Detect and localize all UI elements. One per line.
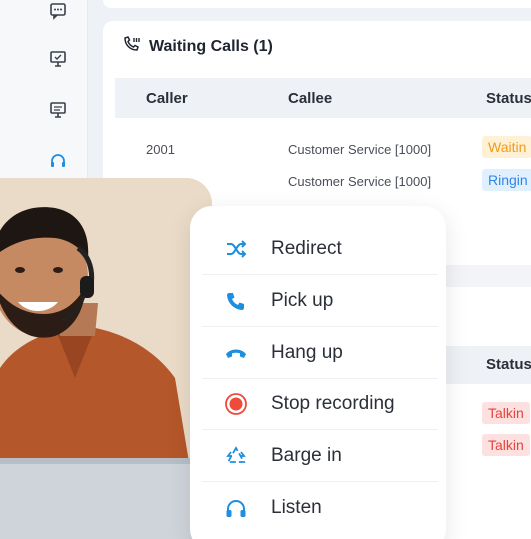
column-header-callee[interactable]: Callee	[288, 90, 332, 107]
agent-photo	[0, 178, 212, 468]
headphones-icon	[224, 496, 248, 520]
row-2-callee: Customer Service [1000]	[288, 174, 432, 189]
table-header: Caller Callee Status	[115, 78, 531, 118]
panel-title-text: Waiting Calls (1)	[149, 37, 273, 55]
panel-top-strip	[103, 0, 531, 8]
menu-item-label: Pick up	[271, 289, 334, 311]
menu-item-pick-up[interactable]: Pick up	[202, 275, 438, 327]
menu-item-label: Barge in	[271, 444, 342, 466]
menu-item-label: Listen	[271, 497, 322, 518]
status-badge-waiting: Waitin	[482, 136, 531, 158]
menu-item-redirect[interactable]: Redirect	[202, 223, 438, 275]
menu-item-stop-recording[interactable]: Stop recording	[202, 378, 438, 430]
menu-item-label: Redirect	[271, 237, 342, 259]
menu-item-label: Hang up	[271, 341, 343, 363]
menu-item-listen[interactable]: Listen	[202, 482, 438, 534]
menu-item-barge-in[interactable]: Barge in	[202, 430, 438, 482]
chat-icon[interactable]	[47, 0, 69, 22]
menu-item-label: Stop recording	[271, 392, 395, 414]
status-badge-talking: Talkin	[482, 402, 530, 424]
laptop-edge	[0, 458, 200, 464]
column-header-caller[interactable]: Caller	[146, 90, 188, 107]
column-header-status[interactable]: Status	[486, 90, 531, 107]
monitor-icon[interactable]	[47, 99, 69, 121]
row-1-callee: Customer Service [1000]	[288, 142, 432, 157]
hang-up-icon	[224, 341, 248, 365]
headset-icon[interactable]	[47, 150, 69, 172]
panel-title: Waiting Calls (1)	[123, 36, 273, 57]
menu-item-hang-up[interactable]: Hang up	[202, 327, 438, 379]
call-action-menu: Redirect Pick up Hang up Stop recording …	[190, 206, 446, 539]
record-icon	[224, 392, 248, 416]
status-badge-talking: Talkin	[482, 434, 530, 456]
status-badge-ringing: Ringin	[482, 169, 531, 191]
row-1-caller: 2001	[146, 142, 175, 157]
column-header-status-2[interactable]: Status	[486, 356, 531, 373]
barge-in-icon	[224, 444, 248, 468]
call-waiting-icon	[123, 36, 141, 57]
shuffle-icon	[224, 237, 248, 261]
phone-icon	[224, 289, 248, 313]
presentation-icon[interactable]	[47, 48, 69, 70]
laptop	[0, 458, 200, 539]
